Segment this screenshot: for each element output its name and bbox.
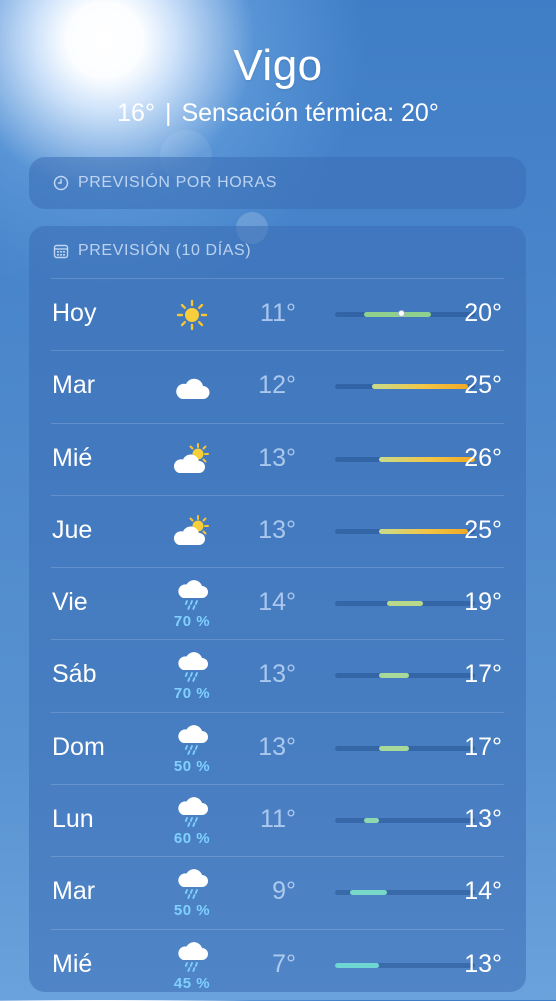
temperature-range-bar [335, 384, 475, 390]
temperature-range-fill [335, 962, 380, 968]
precipitation-probability: 60 % [173, 830, 211, 848]
temperature-range-fill [379, 745, 409, 751]
rain-icon: 45 % [163, 938, 221, 994]
forecast-row[interactable]: Mar 50 % 9° 14° [51, 856, 504, 928]
forecast-day: Mié [52, 949, 93, 978]
temperature-range-bar [335, 673, 475, 679]
high-temperature: 25° [464, 371, 502, 400]
current-temperature: 16° [117, 99, 155, 127]
hourly-forecast-title: PREVISIÓN POR HORAS [53, 174, 277, 192]
forecast-rows: Hoy 11° 20° Mar 12° 25° Mié 13° 26° Jue 13° 25° Vie 7… [51, 278, 504, 1001]
high-temperature: 14° [464, 877, 502, 906]
high-temperature: 25° [464, 515, 502, 544]
hourly-forecast-card[interactable]: PREVISIÓN POR HORAS [29, 157, 526, 209]
separator: | [164, 99, 172, 127]
forecast-row[interactable]: Mié 45 % 7° 13° [51, 928, 504, 1001]
ten-day-forecast-label: PREVISIÓN (10 DÍAS) [78, 242, 252, 259]
temperature-range-fill [379, 456, 475, 462]
forecast-row[interactable]: Jue 13° 25° [51, 494, 504, 568]
high-temperature: 20° [464, 299, 502, 327]
forecast-row[interactable]: Mar 12° 25° [51, 350, 504, 422]
low-temperature: 11° [260, 805, 296, 834]
precipitation-probability: 50 % [173, 902, 211, 920]
forecast-row[interactable]: Dom 50 % 13° 17° [51, 711, 504, 784]
feels-like: Sensación térmica: 20° [181, 99, 439, 127]
temperature-range-bar [335, 818, 475, 824]
low-temperature: 14° [258, 588, 296, 617]
temperature-range-fill [386, 601, 424, 607]
low-temperature: 13° [258, 515, 296, 544]
low-temperature: 12° [258, 371, 296, 400]
high-temperature: 19° [464, 588, 502, 617]
temperature-range-bar [335, 528, 475, 534]
precipitation-probability: 70 % [173, 685, 211, 703]
clock-icon [53, 175, 69, 191]
low-temperature: 7° [272, 949, 296, 978]
calendar-icon [53, 243, 69, 259]
location-header: Vigo 16° | Sensación térmica: 20° [0, 38, 556, 130]
high-temperature: 17° [464, 732, 502, 761]
ten-day-forecast-card[interactable]: PREVISIÓN (10 DÍAS) Hoy 11° 20° Mar 12° 25° Mi… [29, 226, 526, 992]
partly-sunny-icon [163, 440, 221, 496]
precipitation-probability: 50 % [173, 757, 211, 775]
forecast-row[interactable]: Mié 13° 26° [51, 422, 504, 496]
forecast-day: Mar [52, 877, 96, 906]
low-temperature: 9° [272, 877, 296, 906]
ten-day-forecast-title: PREVISIÓN (10 DÍAS) [53, 242, 251, 260]
temperature-range-bar [335, 310, 475, 317]
rain-icon: 50 % [163, 865, 221, 921]
temperature-range-fill [379, 528, 468, 534]
forecast-day: Dom [52, 732, 105, 761]
hourly-forecast-label: PREVISIÓN POR HORAS [78, 174, 277, 191]
forecast-row[interactable]: Vie 70 % 14° 19° [51, 567, 504, 639]
temperature-range-fill [371, 384, 468, 390]
forecast-day: Mié [52, 443, 93, 472]
precipitation-probability: 45 % [173, 974, 211, 992]
sun-icon [163, 295, 221, 351]
forecast-day: Vie [52, 588, 88, 617]
low-temperature: 11° [260, 299, 296, 327]
forecast-day: Mar [52, 371, 96, 400]
current-conditions: 16° | Sensación térmica: 20° [0, 96, 556, 130]
forecast-day: Hoy [52, 299, 97, 327]
high-temperature: 13° [464, 805, 502, 834]
temperature-range-bar [335, 890, 475, 896]
low-temperature: 13° [258, 732, 296, 761]
city-name: Vigo [233, 41, 323, 90]
partly-sunny-icon [163, 512, 221, 568]
temperature-range-bar [335, 962, 475, 968]
forecast-day: Sáb [52, 660, 97, 689]
high-temperature: 13° [464, 949, 502, 978]
current-temperature-marker [397, 310, 405, 317]
high-temperature: 26° [464, 443, 502, 472]
forecast-row[interactable]: Hoy 11° 20° [51, 278, 504, 350]
forecast-row[interactable]: Lun 60 % 11° 13° [51, 784, 504, 856]
temperature-range-fill [349, 890, 387, 896]
low-temperature: 13° [258, 660, 296, 689]
temperature-range-fill [379, 673, 409, 679]
temperature-range-bar [335, 456, 475, 462]
low-temperature: 13° [258, 443, 296, 472]
rain-icon: 70 % [163, 648, 221, 704]
temperature-range-fill [364, 818, 380, 824]
rain-icon: 60 % [163, 793, 221, 849]
rain-icon: 50 % [163, 721, 221, 777]
high-temperature: 17° [464, 660, 502, 689]
temperature-range-bar [335, 745, 475, 751]
precipitation-probability: 70 % [173, 613, 211, 631]
cloud-icon [163, 367, 221, 423]
rain-icon: 70 % [163, 576, 221, 632]
forecast-day: Lun [52, 805, 94, 834]
forecast-day: Jue [52, 515, 93, 544]
forecast-row[interactable]: Sáb 70 % 13° 17° [51, 639, 504, 711]
temperature-range-bar [335, 601, 475, 607]
